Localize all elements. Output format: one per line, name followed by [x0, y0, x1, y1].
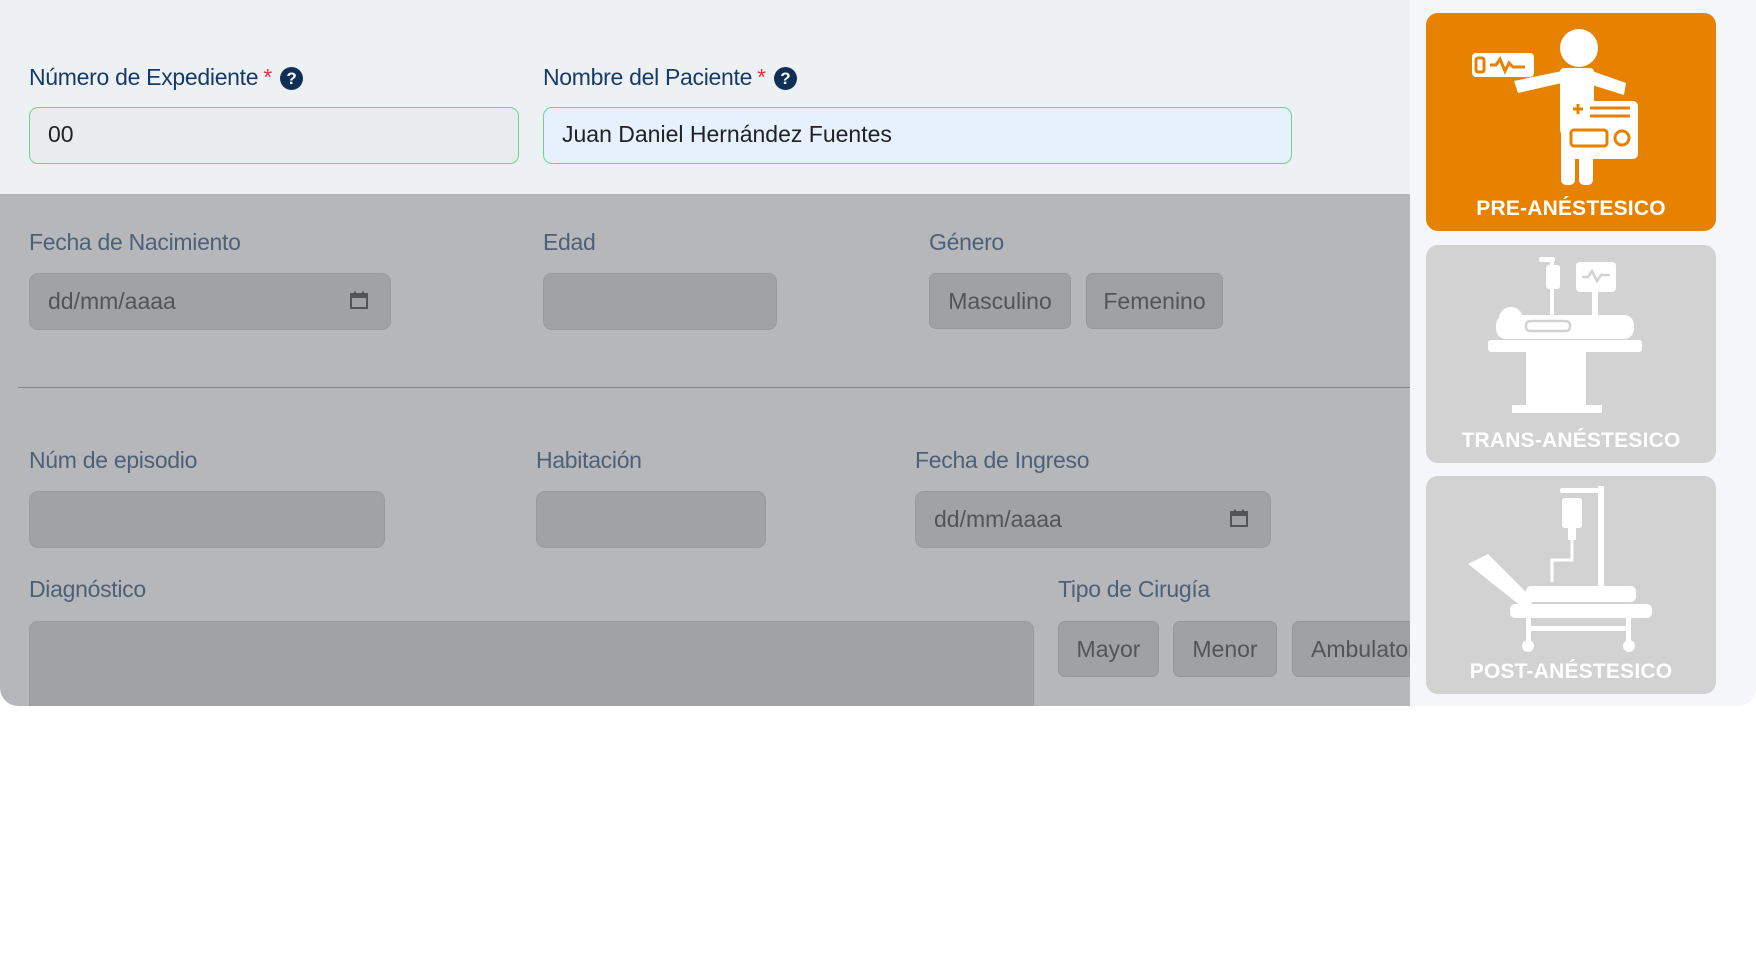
diagnostico-textarea[interactable]	[29, 621, 1034, 706]
nombre-label: Nombre del Paciente *?	[543, 64, 797, 91]
calendar-icon[interactable]	[350, 291, 368, 309]
expediente-label: Número de Expediente *?	[29, 64, 303, 91]
nombre-input[interactable]: Juan Daniel Hernández Fuentes	[543, 107, 1292, 164]
habitacion-label: Habitación	[536, 447, 642, 473]
habitacion-input[interactable]	[536, 491, 766, 548]
fecha-ingreso-input[interactable]: dd/mm/aaaa	[915, 491, 1271, 548]
diagnostico-label: Diagnóstico	[29, 576, 146, 602]
episodio-label: Núm de episodio	[29, 447, 198, 473]
help-icon[interactable]: ?	[279, 67, 303, 90]
stage-post-label: POST-ANÉSTESICO	[1469, 660, 1673, 683]
edad-input[interactable]	[543, 273, 777, 330]
nombre-value: Juan Daniel Hernández Fuentes	[562, 121, 892, 147]
app-window: Número de Expediente *? 00 Nombre del Pac…	[0, 0, 1756, 706]
help-icon[interactable]: ?	[773, 67, 797, 90]
expediente-value: 00	[48, 121, 74, 147]
fecha-ingreso-label: Fecha de Ingreso	[915, 447, 1090, 473]
date-placeholder: dd/mm/aaaa	[48, 288, 176, 314]
stage-sidebar: PRE-ANÉSTESICO TRANS-ANÉSTESICO POST-ANÉ…	[1410, 0, 1756, 706]
stage-post-anestesico[interactable]: POST-ANÉSTESICO	[1426, 476, 1716, 694]
genero-masculino-button[interactable]: Masculino	[929, 273, 1071, 329]
stage-trans-anestesico[interactable]: TRANS-ANÉSTESICO	[1426, 245, 1716, 463]
cirugia-label: Tipo de Cirugía	[1058, 576, 1210, 602]
fecha-nacimiento-input[interactable]: dd/mm/aaaa	[29, 273, 391, 330]
cirugia-mayor-button[interactable]: Mayor	[1058, 621, 1159, 677]
date-placeholder: dd/mm/aaaa	[934, 506, 1062, 532]
required-mark: *	[263, 64, 272, 90]
cirugia-ambulatoria-button[interactable]: Ambulatoria	[1292, 621, 1410, 677]
patient-form: Número de Expediente *? 00 Nombre del Pac…	[0, 0, 1410, 706]
cirugia-menor-button[interactable]: Menor	[1173, 621, 1277, 677]
stage-pre-label: PRE-ANÉSTESICO	[1476, 197, 1666, 220]
episodio-input[interactable]	[29, 491, 385, 548]
expediente-input[interactable]: 00	[29, 107, 519, 164]
genero-femenino-button[interactable]: Femenino	[1086, 273, 1223, 329]
edad-label: Edad	[543, 229, 596, 255]
stage-pre-anestesico[interactable]: PRE-ANÉSTESICO	[1426, 13, 1716, 231]
stage-trans-label: TRANS-ANÉSTESICO	[1461, 429, 1681, 452]
fecha-nacimiento-label: Fecha de Nacimiento	[29, 229, 241, 255]
section-divider	[18, 387, 1410, 388]
required-mark: *	[757, 64, 766, 90]
calendar-icon[interactable]	[1230, 509, 1248, 527]
genero-label: Género	[929, 229, 1004, 255]
